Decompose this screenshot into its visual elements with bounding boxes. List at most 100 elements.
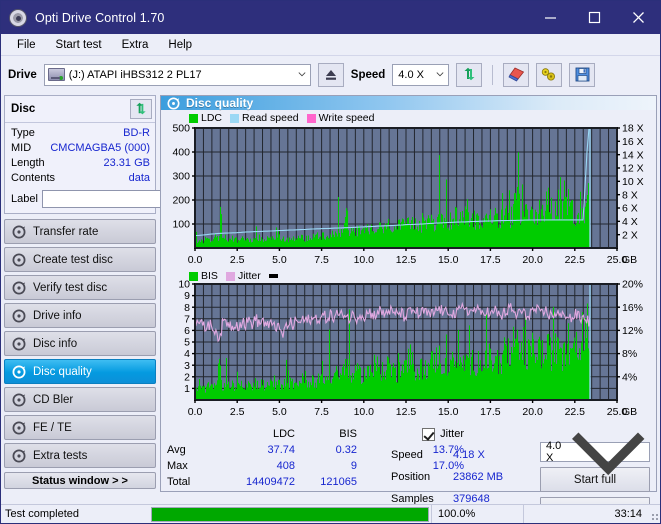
svg-text:20.0: 20.0: [522, 254, 543, 266]
eject-button[interactable]: [317, 62, 344, 87]
sidebar-item-create-test-disc[interactable]: Create test disc: [4, 247, 156, 272]
stats-avg-bis: 0.32: [335, 444, 357, 456]
menu-start-test[interactable]: Start test: [48, 37, 110, 53]
sidebar-label: Drive info: [33, 309, 82, 322]
sidebar: Disc Type BD-R MID CMCMAGBA5 (000) Lengt…: [1, 93, 245, 492]
svg-text:12%: 12%: [622, 325, 643, 337]
drive-select[interactable]: (J:) ATAPI iHBS312 2 PL17: [43, 63, 311, 86]
svg-text:18 X: 18 X: [622, 123, 644, 135]
status-window-button[interactable]: Status window > >: [4, 472, 156, 489]
svg-text:2: 2: [184, 371, 190, 383]
svg-text:2.5: 2.5: [230, 406, 245, 418]
disc-refresh-button[interactable]: [130, 99, 152, 119]
stats-header-bis: BIS: [339, 428, 357, 440]
sidebar-item-fe-te[interactable]: FE / TE: [4, 415, 156, 440]
erase-button[interactable]: [503, 62, 530, 87]
title-bar: Opti Drive Control 1.70: [1, 1, 660, 34]
sidebar-item-extra-tests[interactable]: Extra tests: [4, 443, 156, 468]
legend-jitter: Jitter: [225, 270, 261, 282]
progress-bar-fill: [152, 507, 428, 521]
sidebar-item-disc-info[interactable]: Disc info: [4, 331, 156, 356]
disc-icon: [12, 281, 26, 294]
svg-text:12.5: 12.5: [396, 254, 417, 266]
disc-icon: [12, 449, 26, 462]
menu-extra[interactable]: Extra: [114, 37, 157, 53]
content-panel: Disc quality LDC Read speed Write speed: [160, 95, 657, 522]
tools-icon: [542, 68, 556, 81]
speed-select[interactable]: 4.0 X: [392, 63, 450, 86]
stats-total-bis: 121065: [320, 476, 357, 488]
legend-read-speed: Read speed: [230, 112, 299, 124]
legend-bis: BIS: [189, 270, 218, 282]
svg-text:16 X: 16 X: [622, 136, 644, 148]
close-button[interactable]: [616, 1, 660, 34]
disc-info-rows: Type BD-R MID CMCMAGBA5 (000) Length 23.…: [5, 123, 245, 213]
bis-jitter-chart[interactable]: 123456789104%8%12%16%20%0.0 2.5 5.0 7.5 10.0…: [161, 270, 655, 422]
sidebar-item-verify-test-disc[interactable]: Verify test disc: [4, 275, 156, 300]
refresh-drive-button[interactable]: [456, 62, 483, 87]
elapsed-time: 33:14: [523, 504, 648, 523]
svg-text:300: 300: [172, 171, 190, 183]
sidebar-label: FE / TE: [33, 421, 72, 434]
menu-help[interactable]: Help: [160, 37, 200, 53]
svg-text:9: 9: [184, 290, 190, 302]
sidebar-item-transfer-rate[interactable]: Transfer rate: [4, 219, 156, 244]
sidebar-label: CD Bler: [33, 393, 74, 406]
legend-label-read-speed: Read speed: [242, 112, 299, 124]
svg-text:5.0: 5.0: [272, 254, 287, 266]
jitter-checkbox[interactable]: [422, 427, 436, 441]
disc-contents-key: Contents: [11, 172, 56, 184]
jitter-toggle[interactable]: Jitter: [357, 427, 472, 441]
svg-text:20.0: 20.0: [522, 406, 543, 418]
app-disc-icon: [9, 8, 27, 27]
disc-contents-value: data: [128, 172, 150, 184]
stats-key-total: Total: [167, 476, 191, 488]
menu-bar: File Start test Extra Help: [1, 34, 660, 56]
svg-text:14 X: 14 X: [622, 149, 644, 161]
panel-header: Disc quality: [161, 96, 656, 110]
ldc-chart-legend: LDC Read speed Write speed: [189, 112, 379, 124]
sidebar-item-disc-quality[interactable]: Disc quality: [4, 359, 156, 384]
panel-title: Disc quality: [186, 96, 254, 110]
chevron-down-icon: [298, 71, 306, 76]
progress-percent: 100.0%: [431, 504, 523, 523]
nav-list: Transfer rate Create test disc Verify te…: [4, 219, 156, 468]
disc-type-value: BD-R: [123, 127, 150, 139]
sidebar-item-drive-info[interactable]: Drive info: [4, 303, 156, 328]
svg-text:3: 3: [184, 360, 190, 372]
legend-write-speed: Write speed: [306, 112, 375, 124]
drive-toolbar: Drive (J:) ATAPI iHBS312 2 PL17 Speed 4.…: [1, 56, 660, 93]
stats-max-bis: 9: [350, 460, 357, 472]
tools-button[interactable]: [536, 62, 563, 87]
svg-text:0.0: 0.0: [188, 406, 203, 418]
resize-grip[interactable]: [648, 505, 660, 524]
disc-icon: [12, 225, 26, 238]
ldc-chart[interactable]: 1002003004005002 X4 X6 X8 X10 X12 X14 X1…: [161, 110, 655, 270]
save-button[interactable]: [569, 62, 596, 87]
sidebar-item-cd-bler[interactable]: CD Bler: [4, 387, 156, 412]
svg-text:12 X: 12 X: [622, 163, 644, 175]
sidebar-label: Transfer rate: [33, 225, 99, 238]
disc-label-row: Label: [11, 189, 245, 209]
stats-max-ldc: 408: [276, 460, 295, 472]
svg-text:4 X: 4 X: [622, 216, 638, 228]
svg-text:10 X: 10 X: [622, 176, 644, 188]
chevron-down-icon: [571, 432, 644, 475]
maximize-button[interactable]: [572, 1, 616, 34]
readout-speed-value: 4.18 X: [453, 449, 485, 461]
disc-mid-key: MID: [11, 142, 32, 154]
disc-row-length: Length 23.31 GB: [11, 156, 150, 171]
test-speed-select[interactable]: 4.0 X: [540, 432, 650, 475]
disc-label-key: Label: [11, 193, 38, 205]
svg-text:22.5: 22.5: [565, 254, 586, 266]
legend-swatch-ldc: [189, 113, 198, 123]
svg-text:0.0: 0.0: [188, 254, 203, 266]
status-message: Test completed: [5, 508, 79, 520]
bis-chart-legend: BIS Jitter: [189, 270, 278, 282]
svg-text:GB: GB: [622, 254, 637, 266]
bis-chart-container: BIS Jitter 1 2 3 4 5 6 7 8 9 10 4% 8% 12% 16% 20% 0.0 2.…: [161, 270, 656, 422]
ldc-chart-container: LDC Read speed Write speed 100 200 300 400 5…: [161, 110, 656, 270]
minimize-button[interactable]: [528, 1, 572, 34]
menu-file[interactable]: File: [9, 37, 44, 53]
svg-text:8: 8: [184, 302, 190, 314]
